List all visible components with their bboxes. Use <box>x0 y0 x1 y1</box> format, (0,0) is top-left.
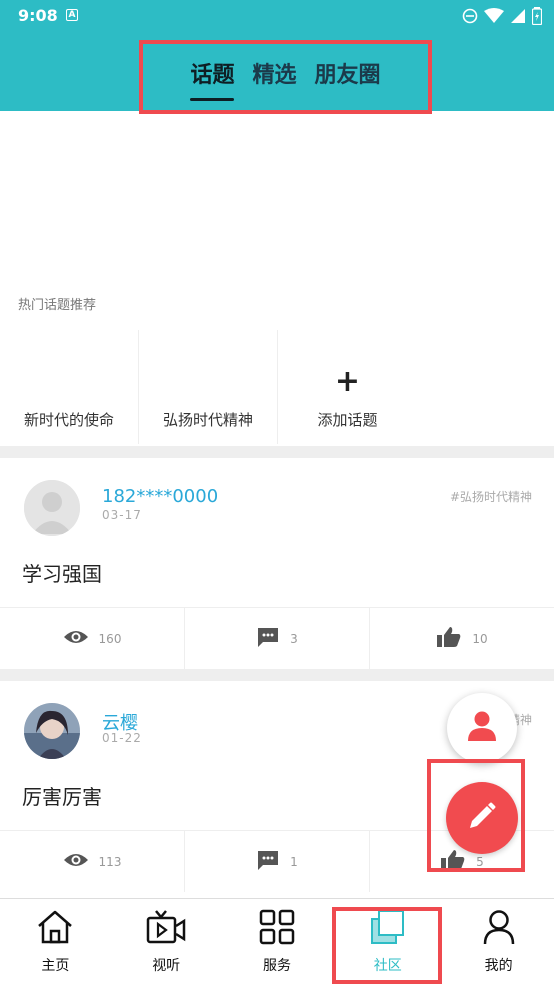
nav-profile[interactable]: 我的 <box>443 899 554 984</box>
nav-home[interactable]: 主页 <box>0 899 111 984</box>
comments-count: 1 <box>290 854 298 869</box>
topic-item[interactable]: 新时代的使命 <box>0 330 139 444</box>
pencil-icon <box>467 801 497 835</box>
topic-item[interactable]: 弘扬时代精神 <box>139 330 278 444</box>
comment-button[interactable]: 3 <box>185 608 370 669</box>
nav-services-label: 服务 <box>262 957 291 974</box>
thumbs-up-icon <box>436 626 462 651</box>
nav-profile-label: 我的 <box>484 957 513 974</box>
tab-moments[interactable]: 朋友圈 <box>315 57 381 97</box>
comment-icon <box>256 626 280 651</box>
notification-a-icon: A <box>66 9 78 21</box>
bottom-nav: 主页 视听 服务 社区 我的 <box>0 898 554 984</box>
wifi-icon <box>484 8 504 28</box>
post-card[interactable]: 182****0000 03-17 #弘扬时代精神 学习强国 160 3 10 <box>0 458 554 669</box>
avatar[interactable] <box>24 480 80 536</box>
nav-media[interactable]: 视听 <box>111 899 222 984</box>
status-icons <box>462 7 543 29</box>
like-button[interactable]: 10 <box>370 608 554 669</box>
likes-count: 10 <box>472 631 488 646</box>
comment-icon <box>256 849 280 874</box>
status-time: 9:08 <box>18 6 58 25</box>
avatar[interactable] <box>24 703 80 759</box>
home-icon <box>36 909 74 949</box>
comment-button[interactable]: 1 <box>185 831 370 892</box>
post-content: 厉害厉害 <box>22 785 102 809</box>
post-author[interactable]: 182****0000 <box>102 486 218 507</box>
hot-topics-list: 新时代的使命 弘扬时代精神 + 添加话题 <box>0 330 554 444</box>
topic-label: 弘扬时代精神 <box>162 411 253 429</box>
community-icon <box>370 909 406 949</box>
views-count: 160 <box>98 631 122 646</box>
comments-count: 3 <box>290 631 298 646</box>
topic-label: 添加话题 <box>317 411 378 429</box>
eye-icon <box>63 852 89 871</box>
top-tab-bar: 话题 精选 朋友圈 <box>139 40 432 114</box>
hot-topics-title: 热门话题推荐 <box>18 298 97 313</box>
nav-community[interactable]: 社区 <box>332 899 443 984</box>
tab-featured[interactable]: 精选 <box>252 57 296 97</box>
eye-icon <box>63 629 89 648</box>
nav-media-label: 视听 <box>152 957 181 974</box>
post-content: 学习强国 <box>22 562 102 586</box>
plus-icon: + <box>334 364 361 399</box>
section-divider <box>0 446 554 458</box>
nav-home-label: 主页 <box>41 957 70 974</box>
add-topic-button[interactable]: + 添加话题 <box>278 330 417 444</box>
video-icon <box>146 909 186 949</box>
signal-icon <box>510 8 526 28</box>
compose-post-button[interactable] <box>446 782 518 854</box>
status-bar: 9:08 A <box>0 0 554 32</box>
post-topic-tag[interactable]: #弘扬时代精神 <box>450 488 532 505</box>
tab-topics[interactable]: 话题 <box>190 57 235 101</box>
section-divider <box>0 669 554 681</box>
post-stats: 160 3 10 <box>0 607 554 669</box>
dnd-icon <box>462 8 478 28</box>
views-stat: 113 <box>0 831 185 892</box>
person-icon <box>467 710 497 746</box>
views-stat: 160 <box>0 608 185 669</box>
views-count: 113 <box>98 854 122 869</box>
topic-label: 新时代的使命 <box>23 411 114 429</box>
post-date: 03-17 <box>102 508 142 522</box>
user-fab-button[interactable] <box>447 693 517 763</box>
nav-community-label: 社区 <box>373 957 402 974</box>
nav-services[interactable]: 服务 <box>222 899 333 984</box>
grid-icon <box>259 909 295 949</box>
post-date: 01-22 <box>102 731 142 745</box>
profile-icon <box>483 909 515 949</box>
app-header: 9:08 A 话题 精选 朋友圈 <box>0 0 554 114</box>
battery-icon <box>531 7 543 29</box>
